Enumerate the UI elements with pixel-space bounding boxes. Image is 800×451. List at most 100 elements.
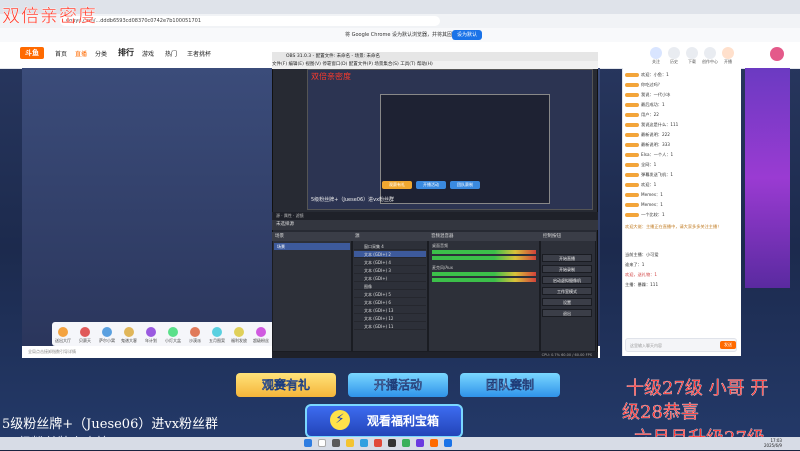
gift-icon[interactable] xyxy=(212,327,222,337)
broadcast-icon[interactable] xyxy=(722,47,734,59)
start-recording-button[interactable]: 开始录制 xyxy=(542,265,592,273)
nav-broadcast[interactable]: 开播 xyxy=(719,59,737,65)
start-icon[interactable] xyxy=(304,439,312,447)
virtual-camera-button[interactable]: 启动虚拟摄像机 xyxy=(542,276,592,284)
welfare-box-button[interactable]: 观看福利宝箱 xyxy=(305,404,463,438)
taskview-icon[interactable] xyxy=(332,439,340,447)
gift-icon[interactable] xyxy=(146,327,156,337)
mixer-volume-meter xyxy=(432,278,536,282)
obs-preview-subtitle: 5级粉丝牌+（Juese06）进vx粉丝群 xyxy=(311,197,395,203)
sources-header: 源 xyxy=(352,232,428,241)
nav-home[interactable]: 首页 xyxy=(55,49,67,58)
nav-download[interactable]: 下载 xyxy=(683,59,701,65)
browser-tab-strip[interactable] xyxy=(0,0,800,14)
broadcast-activity-button[interactable]: 开播活动 xyxy=(348,373,448,397)
fan-badge-icon xyxy=(625,133,639,137)
obs-icon[interactable] xyxy=(388,439,396,447)
source-item[interactable]: 文本 (GDI+) 12 xyxy=(354,315,426,322)
obs-title-bar[interactable]: OBS 31.0.3 - 配置文件: 未命名 - 场景: 未命名 xyxy=(272,52,598,61)
mixer-header: 音频混音器 xyxy=(428,232,540,241)
fan-badge-icon xyxy=(625,203,639,207)
level-up-text: 十级27级 小哥 开 xyxy=(626,378,769,399)
gift-icon[interactable] xyxy=(168,327,178,337)
nav-follow[interactable]: 关注 xyxy=(647,59,665,65)
chrome-icon[interactable] xyxy=(374,439,382,447)
nav-history[interactable]: 历史 xyxy=(665,59,683,65)
fan-badge-icon xyxy=(625,123,639,127)
url-input[interactable]: douyu.com/...dddb6593cd08370c0742e7b1000… xyxy=(60,16,440,26)
source-item[interactable]: 图像 xyxy=(354,283,426,290)
gift-icon[interactable] xyxy=(190,327,200,337)
app-icon[interactable] xyxy=(416,439,424,447)
nav-live[interactable]: 直播 xyxy=(75,49,87,58)
source-item[interactable]: 文本 (GDI+) 3 xyxy=(354,267,426,274)
studio-mode-button[interactable]: 工作室模式 xyxy=(542,287,592,295)
source-item[interactable]: 文本 (GDI+) 5 xyxy=(354,291,426,298)
source-item[interactable]: 文本 (GDI+) 11 xyxy=(354,323,426,330)
source-item[interactable]: 文本 (GDI+) 2 xyxy=(354,251,426,258)
source-item[interactable]: 文本 (GDI+) 4 xyxy=(354,259,426,266)
avatar[interactable] xyxy=(770,47,784,61)
nav-creator[interactable]: 创作中心 xyxy=(701,59,719,65)
nav-rank[interactable]: 排行 xyxy=(118,47,134,58)
gift-icon[interactable] xyxy=(256,327,266,337)
send-button[interactable]: 发送 xyxy=(720,341,736,349)
download-icon[interactable] xyxy=(686,47,698,59)
source-item[interactable]: 窗口采集 4 xyxy=(354,243,426,250)
fan-badge-icon xyxy=(625,183,639,187)
chat-message: 最新说明：222 xyxy=(625,132,737,138)
obs-preview-title: 双倍亲密度 xyxy=(311,72,351,81)
chat-message: 弹幕发送飞机：1 xyxy=(625,172,737,178)
tool-label: 五月图案 xyxy=(209,338,225,343)
start-streaming-button[interactable]: 开始直播 xyxy=(542,254,592,262)
chat-message: 用户：22 xyxy=(625,112,737,118)
douyu-icon[interactable] xyxy=(430,439,438,447)
gift-icon[interactable] xyxy=(124,327,134,337)
app-icon[interactable] xyxy=(444,439,452,447)
set-default-button[interactable]: 设为默认 xyxy=(452,30,482,40)
wechat-icon[interactable] xyxy=(402,439,410,447)
search-icon[interactable] xyxy=(318,439,326,447)
follow-icon[interactable] xyxy=(650,47,662,59)
chat-message: 欢迎：1 xyxy=(625,182,737,188)
source-item[interactable]: 文本 (GDI+) 13 xyxy=(354,307,426,314)
folder-icon[interactable] xyxy=(346,439,354,447)
nav-category[interactable]: 分类 xyxy=(95,49,107,58)
edge-icon[interactable] xyxy=(360,439,368,447)
chat-message: 我说：一代小冰 xyxy=(625,92,737,98)
scene-item[interactable]: 场景 xyxy=(274,243,350,250)
nav-event[interactable]: 王者挑杯 xyxy=(187,49,211,58)
team-match-button[interactable]: 团队赛制 xyxy=(460,373,560,397)
site-logo[interactable]: 斗鱼 xyxy=(20,47,44,59)
nav-games[interactable]: 游戏 xyxy=(142,49,154,58)
ad-banner[interactable] xyxy=(745,68,790,288)
tool-label: 萨尔小窝 xyxy=(99,338,115,343)
obs-menu-bar[interactable]: 文件(F) 编辑(E) 视图(V) 停靠窗口(D) 配置文件(P) 场景集合(S… xyxy=(272,61,598,69)
tool-label: 送出大厅 xyxy=(55,338,71,343)
chat-message: 欢迎：小鱼：1 xyxy=(625,72,737,78)
gift-icon[interactable] xyxy=(80,327,90,337)
level-up-text: 级28恭喜 xyxy=(622,402,699,423)
fan-badge-icon xyxy=(625,163,639,167)
exit-button[interactable]: 退出 xyxy=(542,309,592,317)
chat-message: 主播：暴躁：111 xyxy=(625,282,659,287)
settings-button[interactable]: 设置 xyxy=(542,298,592,306)
source-item[interactable]: 文本 (GDI+) xyxy=(354,275,426,282)
gift-icon[interactable] xyxy=(58,327,68,337)
nav-hot[interactable]: 热门 xyxy=(165,49,177,58)
creator-icon[interactable] xyxy=(704,47,716,59)
tool-label: 福利发放 xyxy=(231,338,247,343)
scenes-panel xyxy=(272,232,352,352)
gift-icon[interactable] xyxy=(102,327,112,337)
tool-label: 年计划 xyxy=(145,338,157,343)
mixer-volume-meter xyxy=(432,250,536,254)
watch-gift-button[interactable]: 观赛有礼 xyxy=(236,373,336,397)
fan-badge-icon xyxy=(625,173,639,177)
source-item[interactable]: 文本 (GDI+) 6 xyxy=(354,299,426,306)
gift-icon[interactable] xyxy=(234,327,244,337)
fan-badge-icon xyxy=(625,73,639,77)
history-icon[interactable] xyxy=(668,47,680,59)
obs-properties-bar: 源 · 属性 · 滤镜 xyxy=(272,212,598,220)
fan-badge-icon xyxy=(625,93,639,97)
taskbar-clock[interactable]: 17:03 2025/6/9 xyxy=(764,438,782,448)
